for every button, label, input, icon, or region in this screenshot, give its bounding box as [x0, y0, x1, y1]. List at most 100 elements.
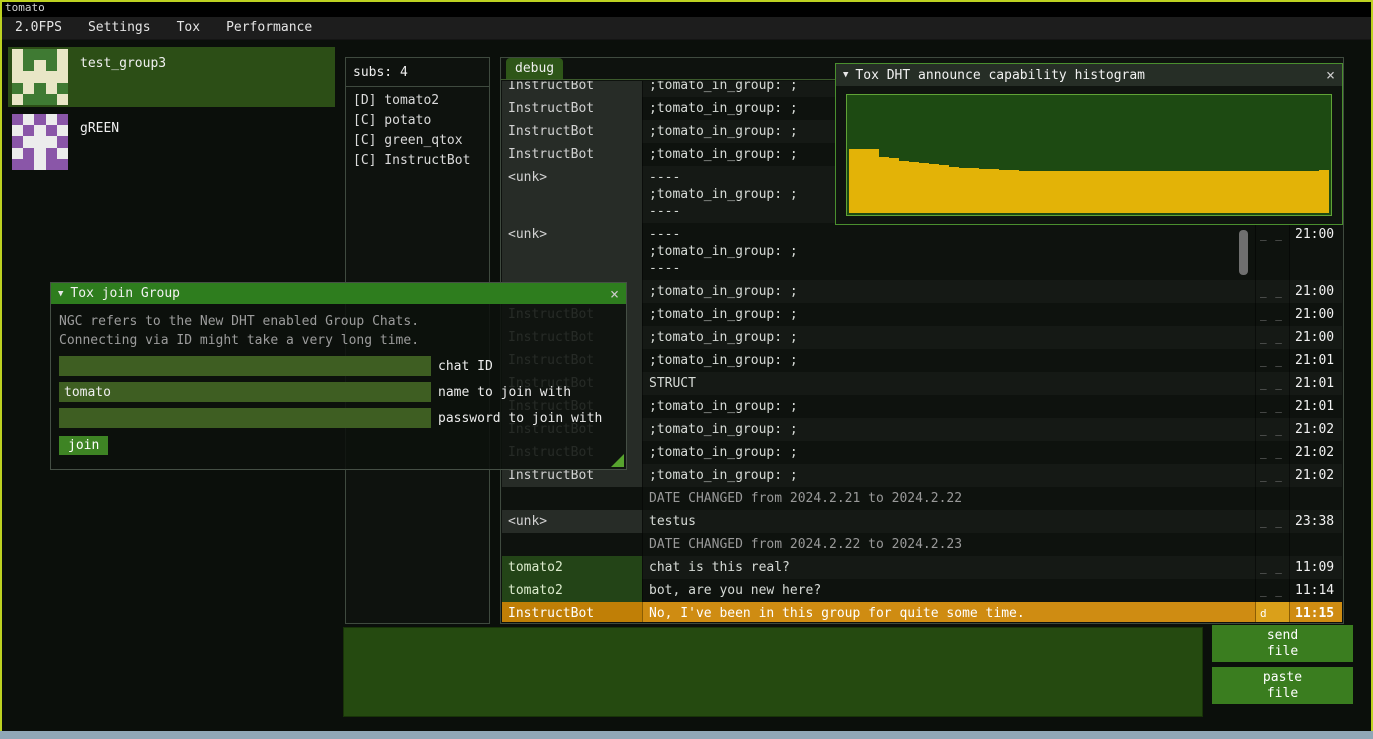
date-changed-row: DATE CHANGED from 2024.2.22 to 2024.2.23: [502, 533, 1342, 556]
message-text[interactable]: ;tomato_in_group: ;: [642, 349, 1255, 372]
contact-avatar: [12, 114, 68, 170]
message-row: InstructBot;tomato_in_group: ;_ _21:02: [502, 464, 1342, 487]
fps-counter: 2.0FPS: [2, 17, 75, 39]
close-icon[interactable]: ×: [610, 287, 619, 301]
menubar: 2.0FPS Settings Tox Performance: [0, 17, 1373, 40]
message-text[interactable]: ;tomato_in_group: ;: [642, 395, 1255, 418]
receipt-marks: d: [1255, 602, 1289, 622]
histogram-bars: [849, 97, 1329, 213]
message-text[interactable]: chat is this real?: [642, 556, 1255, 579]
timestamp: 21:02: [1289, 418, 1342, 441]
sender-name: [502, 487, 642, 510]
paste-file-button[interactable]: paste file: [1212, 667, 1353, 704]
os-titlebar[interactable]: tomato: [0, 0, 1373, 17]
sender-name: InstructBot: [502, 120, 642, 143]
sender-name: InstructBot: [502, 143, 642, 166]
receipt-marks: _ _: [1255, 280, 1289, 303]
message-row: InstructBotSTRUCT_ _21:01: [502, 372, 1342, 395]
message-text[interactable]: ;tomato_in_group: ;: [642, 464, 1255, 487]
receipt-marks: _ _: [1255, 510, 1289, 533]
join-button[interactable]: join: [59, 436, 108, 455]
member-potato[interactable]: [C] potato: [346, 111, 489, 131]
message-row: tomato2bot, are you new here?_ _11:14: [502, 579, 1342, 602]
timestamp: 11:14: [1289, 579, 1342, 602]
dht-histogram-plot: [846, 94, 1332, 216]
collapse-arrow-icon[interactable]: ▼: [843, 70, 848, 80]
menu-settings[interactable]: Settings: [75, 17, 164, 39]
join-name-label: name to join with: [438, 385, 571, 400]
message-row: InstructBot;tomato_in_group: ;_ _21:01: [502, 349, 1342, 372]
message-text[interactable]: ----;tomato_in_group: ;----: [642, 223, 1255, 280]
message-text[interactable]: bot, are you new here?: [642, 579, 1255, 602]
timestamp: 23:38: [1289, 510, 1342, 533]
histogram-title: Tox DHT announce capability histogram: [855, 68, 1145, 83]
message-row: <unk>testus_ _23:38: [502, 510, 1342, 533]
join-window-titlebar[interactable]: ▼ Tox join Group ×: [51, 283, 626, 304]
sender-name: <unk>: [502, 510, 642, 533]
message-text[interactable]: No, I've been in this group for quite so…: [642, 602, 1255, 622]
join-name-input[interactable]: [59, 382, 431, 402]
timestamp: 21:01: [1289, 349, 1342, 372]
contact-item-test-group3[interactable]: test_group3: [8, 47, 335, 107]
timestamp: 21:01: [1289, 395, 1342, 418]
message-row: <unk>----;tomato_in_group: ;----_ _21:00: [502, 223, 1342, 280]
message-text[interactable]: ;tomato_in_group: ;: [642, 280, 1255, 303]
join-window-body: NGC refers to the New DHT enabled Group …: [51, 304, 626, 469]
join-password-input[interactable]: [59, 408, 431, 428]
timestamp: [1289, 533, 1342, 556]
message-text[interactable]: ;tomato_in_group: ;: [642, 303, 1255, 326]
message-row: InstructBot;tomato_in_group: ;_ _21:02: [502, 441, 1342, 464]
send-file-button[interactable]: send file: [1212, 625, 1353, 662]
message-text[interactable]: ;tomato_in_group: ;: [642, 418, 1255, 441]
contact-name: test_group3: [80, 56, 166, 71]
timestamp: 21:00: [1289, 326, 1342, 349]
member-green-qtox[interactable]: [C] green_qtox: [346, 131, 489, 151]
tab-debug[interactable]: debug: [506, 58, 563, 79]
close-icon[interactable]: ×: [1326, 68, 1335, 82]
menu-tox[interactable]: Tox: [164, 17, 213, 39]
histogram-titlebar[interactable]: ▼ Tox DHT announce capability histogram …: [836, 64, 1342, 86]
receipt-marks: _ _: [1255, 418, 1289, 441]
chat-id-input[interactable]: [59, 356, 431, 376]
receipt-marks: _ _: [1255, 464, 1289, 487]
os-window-title: tomato: [5, 1, 45, 14]
message-row: tomato2chat is this real?_ _11:09: [502, 556, 1342, 579]
sender-name: <unk>: [502, 166, 642, 223]
message-text[interactable]: ;tomato_in_group: ;: [642, 441, 1255, 464]
message-input[interactable]: [343, 627, 1203, 717]
receipt-marks: _ _: [1255, 349, 1289, 372]
timestamp: 11:15: [1289, 602, 1342, 622]
member-tomato2[interactable]: [D] tomato2: [346, 91, 489, 111]
timestamp: 21:02: [1289, 441, 1342, 464]
timestamp: 21:02: [1289, 464, 1342, 487]
sender-name: InstructBot: [502, 81, 642, 97]
date-changed-text: DATE CHANGED from 2024.2.21 to 2024.2.22: [642, 487, 1255, 510]
sender-name: InstructBot: [502, 602, 642, 622]
receipt-marks: _ _: [1255, 223, 1289, 280]
message-text[interactable]: ;tomato_in_group: ;: [642, 326, 1255, 349]
member-instructbot[interactable]: [C] InstructBot: [346, 151, 489, 171]
message-text[interactable]: STRUCT: [642, 372, 1255, 395]
contact-name: gREEN: [80, 121, 119, 136]
menu-performance[interactable]: Performance: [213, 17, 325, 39]
sender-name: tomato2: [502, 556, 642, 579]
join-password-label: password to join with: [438, 411, 602, 426]
timestamp: 21:00: [1289, 280, 1342, 303]
resize-grip[interactable]: [611, 454, 624, 467]
date-changed-text: DATE CHANGED from 2024.2.22 to 2024.2.23: [642, 533, 1255, 556]
contact-item-green[interactable]: gREEN: [8, 112, 335, 172]
message-text[interactable]: testus: [642, 510, 1255, 533]
timestamp: 21:00: [1289, 223, 1342, 280]
receipt-marks: _ _: [1255, 326, 1289, 349]
timestamp: 21:01: [1289, 372, 1342, 395]
join-info-line: Connecting via ID might take a very long…: [59, 331, 618, 350]
join-info-line: NGC refers to the New DHT enabled Group …: [59, 312, 618, 331]
join-group-window: ▼ Tox join Group × NGC refers to the New…: [50, 282, 627, 470]
collapse-arrow-icon[interactable]: ▼: [58, 289, 63, 299]
sender-name: InstructBot: [502, 97, 642, 120]
receipt-marks: _ _: [1255, 395, 1289, 418]
receipt-marks: _ _: [1255, 303, 1289, 326]
message-row: InstructBot;tomato_in_group: ;_ _21:01: [502, 395, 1342, 418]
join-window-title: Tox join Group: [70, 286, 180, 301]
sender-name: <unk>: [502, 223, 642, 280]
